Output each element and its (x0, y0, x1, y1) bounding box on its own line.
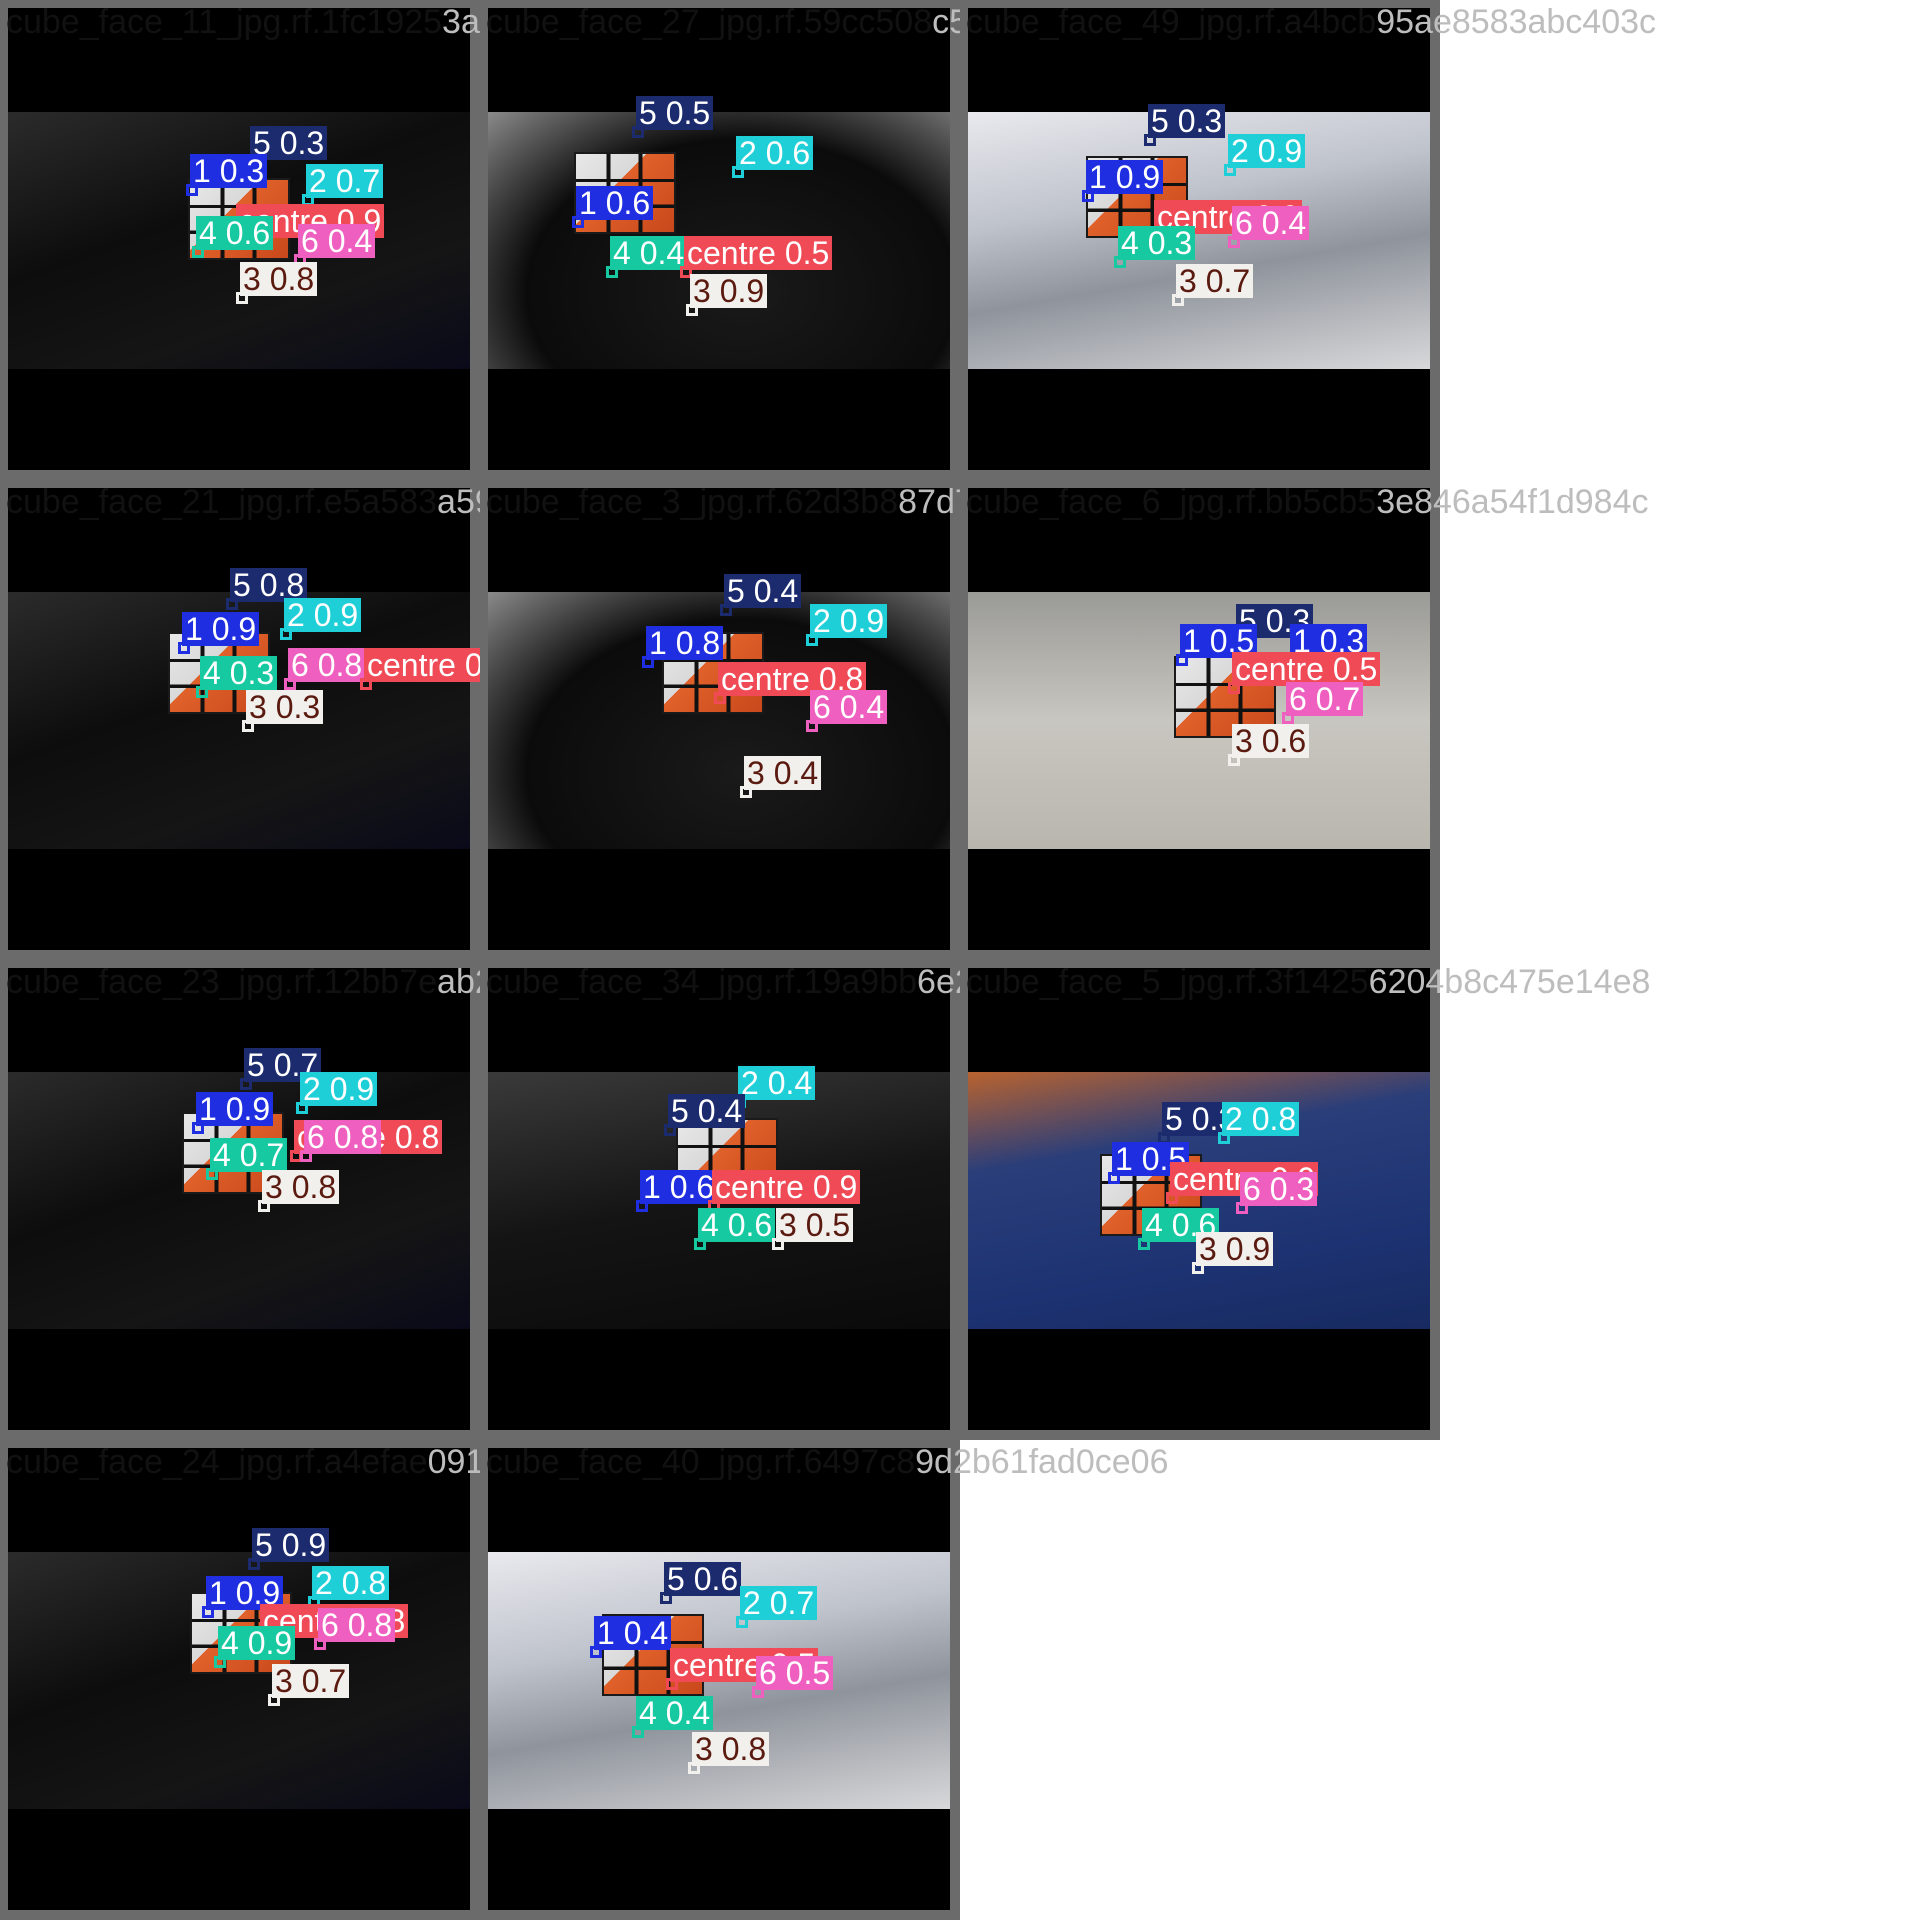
tile-filename: cube_face_5_jpg.rf.3f14256204b8c475e14e8 (966, 962, 1650, 1002)
image-tile (0, 960, 480, 1440)
detection-label: 3 0.9 (690, 274, 768, 308)
detection-label: 3 0.7 (1176, 264, 1254, 298)
tile-filename: cube_face_6_jpg.rf.bb5cb53e846a54f1d984c (966, 482, 1648, 522)
tile-filename-text: cube_face_23_jpg.rf.12bb7e (6, 963, 438, 1001)
image-tile (0, 1440, 480, 1920)
tile-filename-text: cube_face_5_jpg.rf.3f1425 (966, 963, 1369, 1001)
detection-label: 5 0.9 (252, 1528, 330, 1562)
detection-label: 3 0.8 (692, 1732, 770, 1766)
detection-label: 6 0.8 (318, 1608, 396, 1642)
tile-frame (960, 480, 1440, 960)
image-tile (960, 0, 1440, 480)
detection-label: 1 0.4 (594, 1616, 672, 1650)
detection-label: 1 0.9 (196, 1092, 274, 1126)
tile-image-area (8, 1448, 470, 1910)
detection-label: 2 0.6 (736, 136, 814, 170)
tile-filename-text: cube_face_6_jpg.rf.bb5cb5 (966, 483, 1377, 521)
detection-label: 1 0.8 (646, 626, 724, 660)
tile-filename: cube_face_49_jpg.rf.a4bcb95ae8583abc403c (966, 2, 1656, 42)
detection-label: 5 0.4 (724, 574, 802, 608)
detection-label: 5 0.5 (636, 96, 714, 130)
detection-label: 6 0.7 (1286, 682, 1364, 716)
detection-label: 3 0.6 (1232, 724, 1310, 758)
detection-label: 3 0.8 (262, 1170, 340, 1204)
tile-frame (960, 960, 1440, 1440)
detection-label: 2 0.9 (810, 604, 888, 638)
tile-frame (0, 1440, 480, 1920)
tile-filename: cube_face_40_jpg.rf.6497c89d2b61fad0ce06 (486, 1442, 1168, 1482)
detection-label: 4 0.4 (610, 236, 688, 270)
tile-filename-text: cube_face_3_jpg.rf.62d3b8 (486, 483, 899, 521)
detection-label: 4 0.7 (210, 1138, 288, 1172)
image-tile (480, 480, 960, 960)
detection-label: 4 0.9 (218, 1626, 296, 1660)
detection-label: 4 0.6 (698, 1208, 776, 1242)
tile-filename-overflow: 3e846a54f1d984c (1376, 483, 1649, 521)
tile-image-area (968, 488, 1430, 950)
tile-image-area (8, 488, 470, 950)
detection-label: centre 0.5 (684, 236, 833, 270)
image-tile (960, 960, 1440, 1440)
detection-label: 2 0.8 (1222, 1102, 1300, 1136)
tile-image-area (968, 8, 1430, 470)
detection-label: 4 0.3 (1118, 226, 1196, 260)
detection-label: 2 0.4 (738, 1066, 816, 1100)
detection-label: 2 0.7 (740, 1586, 818, 1620)
tile-frame (480, 480, 960, 960)
tile-filename-text: cube_face_24_jpg.rf.a4efae (6, 1443, 428, 1481)
detection-label: centre 0.9 (712, 1170, 861, 1204)
scene-photo (968, 112, 1430, 369)
detection-label: 2 0.8 (312, 1566, 390, 1600)
tile-frame (0, 480, 480, 960)
detection-label: 1 0.6 (640, 1170, 718, 1204)
detection-label: 1 0.6 (576, 186, 654, 220)
detection-label: 1 0.9 (1086, 160, 1164, 194)
detection-label: 4 0.6 (196, 216, 274, 250)
tile-filename-overflow: 6204b8c475e14e8 (1368, 963, 1651, 1001)
tile-filename-overflow: 95ae8583abc403c (1376, 3, 1657, 41)
tile-frame (960, 0, 1440, 480)
detection-label: 1 0.9 (182, 612, 260, 646)
detection-label: 6 0.4 (298, 224, 376, 258)
detection-label: 6 0.4 (1232, 206, 1310, 240)
detection-label: 5 0.3 (1148, 104, 1226, 138)
detection-mosaic: cube_face_11_jpg.rf.1fc19253a961977721b5… (0, 0, 1920, 1920)
detection-label: 5 0.4 (668, 1094, 746, 1128)
tile-filename-text: cube_face_49_jpg.rf.a4bcb (966, 3, 1377, 41)
detection-label: 4 0.4 (636, 1696, 714, 1730)
detection-label: 6 0.3 (1240, 1172, 1318, 1206)
image-tile (0, 480, 480, 960)
tile-image-area (968, 968, 1430, 1430)
detection-label: 2 0.9 (300, 1072, 378, 1106)
tile-filename-text: cube_face_21_jpg.rf.e5a583 (6, 483, 438, 521)
detection-label: 3 0.7 (272, 1664, 350, 1698)
detection-label: 2 0.7 (306, 164, 384, 198)
detection-label: 2 0.9 (1228, 134, 1306, 168)
image-tile (960, 480, 1440, 960)
tile-image-area (8, 968, 470, 1430)
detection-label: 6 0.5 (756, 1656, 834, 1690)
tile-filename-overflow: 9d2b61fad0ce06 (915, 1443, 1169, 1481)
detection-label: 1 0.3 (190, 154, 268, 188)
detection-label: 3 0.3 (246, 690, 324, 724)
tile-filename-text: cube_face_27_jpg.rf.59cc508 (486, 3, 933, 41)
detection-label: 3 0.5 (776, 1208, 854, 1242)
tile-filename-text: cube_face_40_jpg.rf.6497c8 (486, 1443, 916, 1481)
detection-label: 6 0.8 (288, 648, 366, 682)
detection-label: 3 0.8 (240, 262, 318, 296)
detection-label: 6 0.8 (304, 1120, 382, 1154)
detection-label: 6 0.4 (810, 690, 888, 724)
detection-label: 3 0.9 (1196, 1232, 1274, 1266)
detection-label: 3 0.4 (744, 756, 822, 790)
tile-filename-text: cube_face_34_jpg.rf.19a9bb (486, 963, 918, 1001)
tile-frame (0, 960, 480, 1440)
detection-label: 4 0.3 (200, 656, 278, 690)
detection-label: 5 0.6 (664, 1562, 742, 1596)
tile-filename-text: cube_face_11_jpg.rf.1fc1925 (6, 3, 443, 41)
detection-label: 2 0.9 (284, 598, 362, 632)
